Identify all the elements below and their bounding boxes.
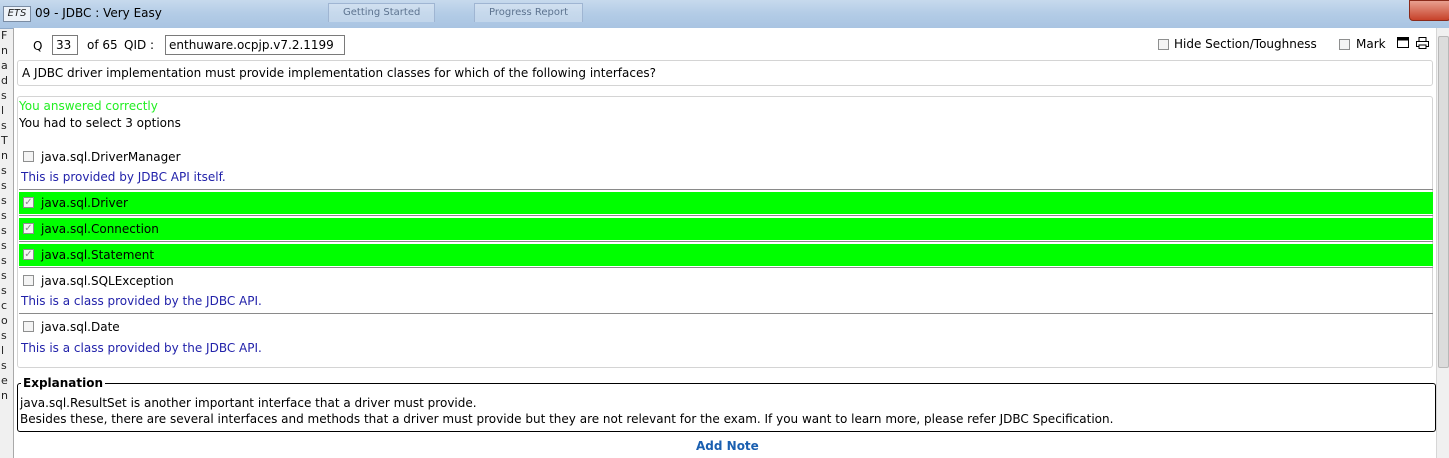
option-row-5[interactable]: java.sql.SQLException	[19, 270, 1433, 292]
option-note: This is provided by JDBC API itself.	[21, 170, 226, 184]
result-status: You answered correctly	[19, 99, 158, 113]
question-text: A JDBC driver implementation must provid…	[17, 60, 1433, 86]
explanation-line: Besides these, there are several interfa…	[20, 412, 1114, 426]
question-number-input[interactable]	[52, 35, 78, 55]
scrollbar-thumb[interactable]	[1438, 36, 1449, 368]
close-button[interactable]	[1409, 0, 1449, 21]
option-label: java.sql.Statement	[41, 248, 155, 262]
option-row-4[interactable]: ✓ java.sql.Statement	[19, 244, 1433, 266]
qid-field[interactable]	[165, 35, 345, 55]
option-divider	[19, 189, 1433, 190]
option-label: java.sql.DriverManager	[41, 150, 181, 164]
background-tab-progress-report: Progress Report	[474, 3, 584, 22]
explanation-heading: Explanation	[21, 376, 106, 390]
hide-section-checkbox[interactable]	[1158, 39, 1169, 50]
option-checkbox[interactable]: ✓	[23, 223, 34, 234]
option-divider	[19, 215, 1433, 216]
option-checkbox[interactable]	[23, 151, 34, 162]
mark-checkbox[interactable]	[1339, 39, 1350, 50]
qid-label: QID :	[124, 38, 155, 52]
option-row-2[interactable]: ✓ java.sql.Driver	[19, 192, 1433, 214]
option-checkbox[interactable]: ✓	[23, 249, 34, 260]
hide-section-label: Hide Section/Toughness	[1174, 37, 1317, 51]
option-row-3[interactable]: ✓ java.sql.Connection	[19, 218, 1433, 240]
window-title: 09 - JDBC : Very Easy	[35, 6, 162, 20]
option-divider	[19, 267, 1433, 268]
window-icon[interactable]	[1397, 37, 1409, 49]
title-bar: ETS 09 - JDBC : Very Easy Getting Starte…	[0, 0, 1449, 29]
option-label: java.sql.SQLException	[41, 274, 174, 288]
q-label: Q	[33, 39, 43, 53]
explanation-line: java.sql.ResultSet is another important …	[20, 396, 477, 410]
add-note-link[interactable]: Add Note	[696, 439, 759, 453]
app-icon: ETS	[3, 6, 31, 22]
option-label: java.sql.Driver	[41, 196, 128, 210]
background-tab-getting-started: Getting Started	[328, 3, 436, 22]
option-checkbox[interactable]	[23, 321, 34, 332]
option-checkbox[interactable]: ✓	[23, 197, 34, 208]
option-label: java.sql.Connection	[41, 222, 159, 236]
option-note: This is a class provided by the JDBC API…	[21, 341, 262, 355]
option-label: java.sql.Date	[41, 320, 120, 334]
mark-label: Mark	[1356, 37, 1386, 51]
option-note: This is a class provided by the JDBC API…	[21, 294, 262, 308]
option-row-6[interactable]: java.sql.Date	[19, 316, 1433, 338]
option-checkbox[interactable]	[23, 275, 34, 286]
print-icon[interactable]	[1416, 37, 1429, 49]
result-instruction: You had to select 3 options	[19, 116, 181, 130]
option-row-1[interactable]: java.sql.DriverManager	[19, 146, 1433, 168]
option-divider	[19, 241, 1433, 242]
option-divider	[19, 313, 1433, 314]
of-total-label: of 65	[87, 38, 118, 52]
